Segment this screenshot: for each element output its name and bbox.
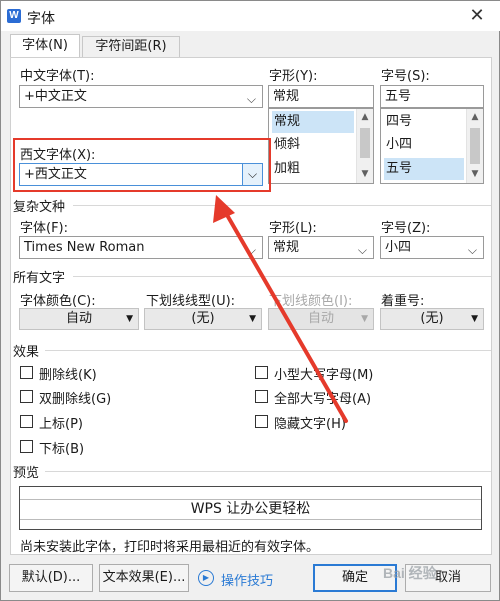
text-effects-button[interactable]: 文本效果(E)... (99, 564, 189, 592)
caret-down-icon: ▼ (249, 314, 256, 324)
underline-style-label: 下划线线型(U): (146, 294, 236, 309)
divider (73, 276, 491, 277)
complex-section-label: 复杂文种 (13, 200, 66, 215)
dialog-title: 字体 (27, 11, 55, 27)
double-strikethrough-checkbox[interactable] (20, 390, 33, 403)
chinese-size-input[interactable]: 五号 (380, 85, 484, 108)
complex-font-value: Times New Roman (24, 240, 145, 255)
all-caps-checkbox[interactable] (255, 390, 268, 403)
preview-baseline (20, 519, 481, 520)
underline-color-label: 下划线颜色(I): (269, 294, 353, 309)
font-color-dropdown[interactable]: 自动 ▼ (19, 308, 139, 330)
complex-size-value: 小四 (385, 240, 412, 255)
all-text-section-label: 所有文字 (13, 271, 66, 286)
close-icon[interactable]: ✕ (457, 3, 497, 29)
effects-section-label: 效果 (13, 345, 40, 360)
preview-section-label: 预览 (13, 466, 40, 481)
underline-color-value: 自动 (307, 311, 334, 326)
font-dialog: W 字体 ✕ 字体(N) 字符间距(R) 中文字体(T): +中文正文 ⌵ 字形… (0, 0, 500, 601)
default-button[interactable]: 默认(D)... (9, 564, 93, 592)
caret-down-icon: ▼ (471, 314, 478, 324)
complex-size-combo[interactable]: 小四 ⌵ (380, 236, 484, 259)
subscript-label[interactable]: 下标(B) (39, 438, 84, 457)
emphasis-value: (无) (420, 311, 444, 326)
complex-style-value: 常规 (273, 240, 300, 255)
scroll-down-icon[interactable]: ▼ (467, 166, 483, 183)
superscript-label[interactable]: 上标(P) (39, 413, 83, 432)
scroll-up-icon[interactable]: ▲ (467, 109, 483, 126)
complex-font-combo[interactable]: Times New Roman ⌵ (19, 236, 263, 259)
double-strikethrough-label[interactable]: 双删除线(G) (39, 388, 111, 407)
scrollbar[interactable]: ▲ ▼ (356, 109, 373, 183)
highlight-box (13, 138, 271, 192)
chinese-font-label: 中文字体(T): (20, 69, 95, 84)
scroll-up-icon[interactable]: ▲ (357, 109, 373, 126)
chinese-size-list[interactable]: 四号 小四 五号 ▲ ▼ (380, 108, 484, 184)
chevron-down-icon[interactable]: ⌵ (247, 89, 256, 107)
underline-style-dropdown[interactable]: (无) ▼ (144, 308, 262, 330)
subscript-checkbox[interactable] (20, 440, 33, 453)
caret-down-icon: ▼ (126, 314, 133, 324)
hidden-text-label[interactable]: 隐藏文字(H) (274, 413, 346, 432)
preview-box: WPS 让办公更轻松 (19, 486, 482, 530)
scroll-thumb[interactable] (470, 128, 480, 164)
font-color-value: 自动 (65, 311, 92, 326)
small-caps-label[interactable]: 小型大写字母(M) (274, 364, 373, 383)
emphasis-label: 着重号: (381, 294, 425, 309)
caret-down-icon: ▼ (361, 314, 368, 324)
small-caps-checkbox[interactable] (255, 366, 268, 379)
strikethrough-label[interactable]: 删除线(K) (39, 364, 97, 383)
chevron-down-icon[interactable]: ⌵ (468, 240, 477, 258)
list-item[interactable]: 加粗 (272, 158, 354, 180)
tab-character-spacing[interactable]: 字符间距(R) (82, 36, 180, 58)
chinese-font-combo[interactable]: +中文正文 ⌵ (19, 85, 263, 108)
hidden-text-checkbox[interactable] (255, 415, 268, 428)
divider (45, 350, 491, 351)
chinese-style-input[interactable]: 常规 (268, 85, 374, 108)
chevron-down-icon[interactable]: ⌵ (247, 240, 256, 258)
complex-font-label: 字体(F): (20, 221, 69, 236)
list-item[interactable]: 四号 (384, 111, 464, 133)
preview-sample-text: WPS 让办公更轻松 (190, 501, 311, 517)
tab-font[interactable]: 字体(N) (10, 34, 80, 58)
wps-writer-icon: W (7, 9, 21, 23)
chinese-font-value: +中文正文 (24, 89, 87, 104)
list-item[interactable]: 常规 (272, 111, 354, 133)
list-item[interactable]: 倾斜 (272, 134, 354, 156)
operation-tips-link[interactable]: 操作技巧 (221, 570, 273, 589)
complex-size-label: 字号(Z): (381, 221, 431, 236)
all-caps-label[interactable]: 全部大写字母(A) (274, 388, 371, 407)
underline-style-value: (无) (191, 311, 215, 326)
font-warning-note: 尚未安装此字体，打印时将采用最相近的有效字体。 (20, 540, 320, 555)
divider (73, 205, 491, 206)
chinese-style-label: 字形(Y): (269, 69, 318, 84)
complex-style-combo[interactable]: 常规 ⌵ (268, 236, 374, 259)
font-color-label: 字体颜色(C): (20, 294, 96, 309)
play-icon[interactable]: ▶ (198, 570, 214, 586)
divider (45, 471, 491, 472)
chinese-style-list[interactable]: 常规 倾斜 加粗 ▲ ▼ (268, 108, 374, 184)
chevron-down-icon[interactable]: ⌵ (358, 240, 367, 258)
scrollbar[interactable]: ▲ ▼ (466, 109, 483, 183)
baidu-watermark: Bai 经验 (383, 565, 437, 581)
complex-style-label: 字形(L): (269, 221, 317, 236)
scroll-down-icon[interactable]: ▼ (357, 166, 373, 183)
list-item[interactable]: 五号 (384, 158, 464, 180)
strikethrough-checkbox[interactable] (20, 366, 33, 379)
emphasis-dropdown[interactable]: (无) ▼ (380, 308, 484, 330)
chinese-size-label: 字号(S): (381, 69, 430, 84)
list-item[interactable]: 小四 (384, 134, 464, 156)
scroll-thumb[interactable] (360, 128, 370, 158)
superscript-checkbox[interactable] (20, 415, 33, 428)
underline-color-dropdown: 自动 ▼ (268, 308, 374, 330)
title-bar: W 字体 ✕ (1, 1, 500, 31)
